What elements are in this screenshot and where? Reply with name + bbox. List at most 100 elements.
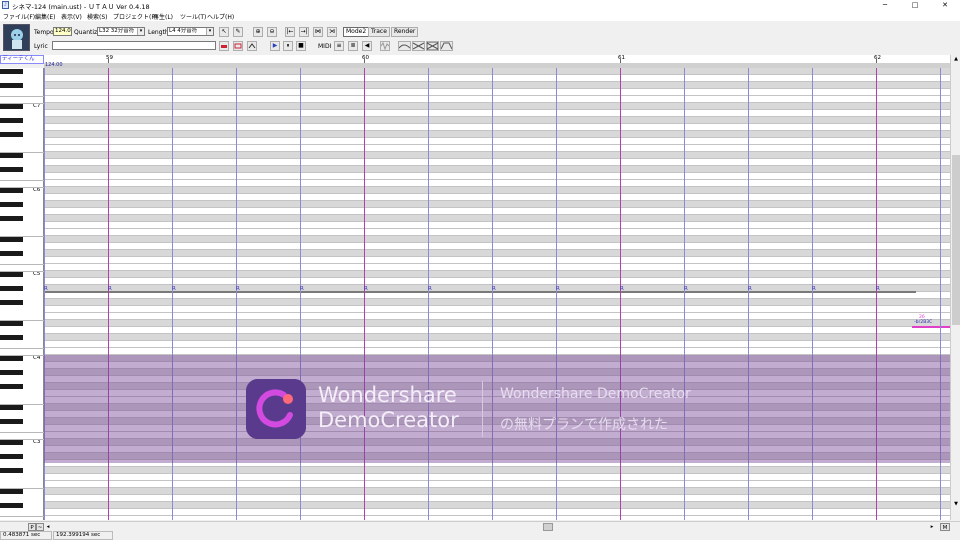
pitch-row[interactable]	[44, 208, 950, 215]
menu-help[interactable]: ヘルプ(H)	[207, 12, 234, 21]
rest-note[interactable]: R	[428, 286, 432, 292]
menu-search[interactable]: 検索(S)	[87, 12, 108, 21]
black-key[interactable]	[0, 118, 23, 123]
pitch-row[interactable]	[44, 187, 950, 194]
pitch-row[interactable]	[44, 299, 950, 306]
pitch-row[interactable]	[44, 110, 950, 117]
rest-note[interactable]: R	[812, 286, 816, 292]
pitch-row[interactable]	[44, 250, 950, 257]
voicebank-avatar[interactable]	[3, 24, 30, 51]
piano-keyboard[interactable]: C7 C6 C5 C4 C3	[0, 68, 44, 524]
tempo-input[interactable]: 124.0	[53, 27, 72, 36]
trace-button[interactable]: Trace	[368, 27, 390, 37]
render-button[interactable]: Render	[391, 27, 419, 37]
rest-note[interactable]: R	[556, 286, 560, 292]
black-key[interactable]	[0, 286, 23, 291]
black-key[interactable]	[0, 237, 23, 242]
scroll-right-icon[interactable]: ▸	[928, 523, 936, 531]
black-key[interactable]	[0, 167, 23, 172]
pitch-row[interactable]	[44, 180, 950, 187]
pitch-row[interactable]	[44, 264, 950, 271]
goto-start-button[interactable]: |←	[285, 27, 295, 37]
maximize-button[interactable]: □	[900, 0, 930, 11]
horizontal-scroll-thumb[interactable]	[543, 523, 553, 531]
menu-project[interactable]: プロジェクト(P)	[113, 12, 157, 21]
black-key[interactable]	[0, 440, 23, 445]
pitch-row[interactable]	[44, 117, 950, 124]
pitch-row[interactable]	[44, 82, 950, 89]
black-key[interactable]	[0, 272, 23, 277]
menu-file[interactable]: ファイル(F)	[3, 12, 35, 21]
pitch-row[interactable]	[44, 103, 950, 110]
rest-note[interactable]: R	[236, 286, 240, 292]
pitch-row[interactable]	[44, 481, 950, 488]
pitch-row[interactable]	[44, 495, 950, 502]
pitch-row[interactable]	[44, 306, 950, 313]
pitch-row[interactable]	[44, 68, 950, 75]
black-key[interactable]	[0, 419, 23, 424]
rest-note[interactable]: R	[44, 286, 48, 292]
black-key[interactable]	[0, 83, 23, 88]
pitch-row[interactable]	[44, 222, 950, 229]
plugin-d-button[interactable]	[426, 41, 439, 51]
midi-c-button[interactable]: ◀	[362, 41, 372, 51]
pitch-row[interactable]	[44, 145, 950, 152]
pitch-row[interactable]	[44, 173, 950, 180]
pitch-row[interactable]	[44, 313, 950, 320]
pitch-row[interactable]	[44, 152, 950, 159]
rest-note[interactable]: R	[300, 286, 304, 292]
black-key[interactable]	[0, 384, 23, 389]
black-key[interactable]	[0, 335, 23, 340]
stop-button[interactable]: ■	[296, 41, 306, 51]
black-key[interactable]	[0, 454, 23, 459]
horizontal-scrollbar[interactable]: P ~ ◂ ▸ M	[0, 521, 960, 531]
plugin-a-button[interactable]	[380, 41, 390, 51]
pitch-row[interactable]	[44, 292, 950, 299]
note-tool-c-button[interactable]	[247, 41, 257, 51]
scroll-up-icon[interactable]: ▲	[952, 55, 960, 63]
pitch-row[interactable]	[44, 75, 950, 82]
mode2-button[interactable]: Mode2	[343, 27, 370, 37]
pitch-row[interactable]	[44, 271, 950, 278]
zoom-out-button[interactable]: ⊖	[267, 27, 277, 37]
black-key[interactable]	[0, 356, 23, 361]
pitch-row[interactable]	[44, 509, 950, 516]
midi-b-button[interactable]: ≣	[348, 41, 358, 51]
menu-view[interactable]: 表示(V)	[61, 12, 82, 21]
pitch-row[interactable]	[44, 320, 950, 327]
scroll-down-icon[interactable]: ▼	[952, 500, 960, 508]
pitch-row[interactable]	[44, 474, 950, 481]
rest-note[interactable]: R	[876, 286, 880, 292]
menu-playback[interactable]: 再生(L)	[153, 12, 173, 21]
pitch-row[interactable]	[44, 89, 950, 96]
pencil-tool-button[interactable]: ✎	[233, 27, 243, 37]
pitch-row[interactable]	[44, 124, 950, 131]
pitch-row[interactable]	[44, 166, 950, 173]
pitch-row[interactable]	[44, 488, 950, 495]
rest-note[interactable]: R	[364, 286, 368, 292]
note-tool-a-button[interactable]	[219, 41, 229, 51]
lyric-input[interactable]	[52, 41, 216, 50]
black-key[interactable]	[0, 405, 23, 410]
pitch-row[interactable]	[44, 334, 950, 341]
pitch-row[interactable]	[44, 341, 950, 348]
menu-tools[interactable]: ツール(T)	[180, 12, 206, 21]
close-button[interactable]: ✕	[930, 0, 960, 11]
rest-note[interactable]: R	[620, 286, 624, 292]
black-key[interactable]	[0, 132, 23, 137]
scroll-p-button[interactable]: P	[28, 523, 36, 531]
pitch-row[interactable]	[44, 327, 950, 334]
pitch-note-line[interactable]	[912, 326, 950, 328]
pitch-row[interactable]	[44, 131, 950, 138]
pitch-row[interactable]	[44, 215, 950, 222]
black-key[interactable]	[0, 489, 23, 494]
menu-edit[interactable]: 編集(E)	[35, 12, 55, 21]
goto-end-button[interactable]: →|	[299, 27, 309, 37]
play-button[interactable]: ▶	[270, 41, 280, 51]
black-key[interactable]	[0, 321, 23, 326]
black-key[interactable]	[0, 468, 23, 473]
pause-button[interactable]: ⏸	[283, 41, 293, 51]
vertical-scrollbar[interactable]: ▲ ▼	[950, 55, 960, 520]
pitch-row[interactable]	[44, 194, 950, 201]
pitch-row[interactable]	[44, 243, 950, 250]
